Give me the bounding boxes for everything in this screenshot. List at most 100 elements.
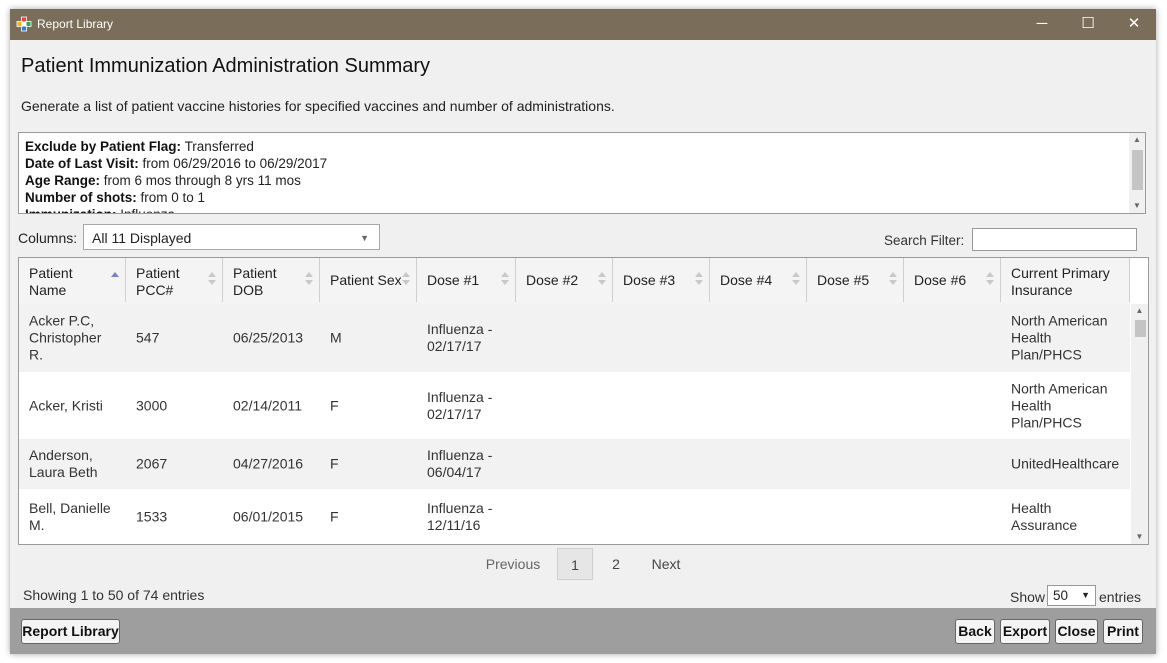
- cell-line: North American: [1011, 380, 1108, 396]
- column-header[interactable]: Patient Name: [19, 258, 126, 302]
- back-button[interactable]: Back: [955, 619, 995, 644]
- table-row[interactable]: Acker P.C, Christopher R. 547 06/25/2013 M Inf…: [19, 304, 1130, 372]
- cell-line: 02/17/17: [427, 338, 482, 354]
- cell-line: Health: [1011, 499, 1052, 516]
- header-line: Dose #4: [720, 272, 773, 288]
- criteria-list: Exclude by Patient Flag: Transferred Date…: [25, 138, 327, 213]
- search-filter-label: Search Filter:: [884, 233, 965, 248]
- export-button[interactable]: Export: [1000, 619, 1050, 644]
- pagination-page-2[interactable]: 2: [598, 548, 634, 580]
- table-row[interactable]: Acker, Kristi 3000 02/14/2011 F Influenza -0…: [19, 372, 1130, 439]
- cell-content: Influenza -02/17/17: [427, 389, 492, 423]
- table-cell: [516, 439, 613, 489]
- column-header-label: Dose #4: [720, 272, 772, 289]
- columns-select[interactable]: All 11 Displayed ▼: [83, 224, 380, 250]
- report-criteria-box[interactable]: Exclude by Patient Flag: Transferred Date…: [18, 132, 1146, 214]
- header-line: Patient: [136, 265, 180, 281]
- column-header[interactable]: Patient Sex: [320, 258, 417, 302]
- cell-content: F: [330, 456, 339, 473]
- scroll-thumb[interactable]: [1135, 320, 1146, 337]
- cell-line: Influenza -: [427, 388, 493, 405]
- table-cell: UnitedHealthcare: [1001, 439, 1130, 489]
- column-header[interactable]: Current Primary Insurance: [1001, 258, 1130, 302]
- table-cell: North American Health Plan/PHCS: [1001, 372, 1130, 439]
- scroll-down-icon[interactable]: ▼: [1129, 199, 1145, 213]
- table-cell: M: [320, 304, 417, 372]
- table-cell: [807, 304, 904, 372]
- cell-content: 3000: [136, 397, 167, 414]
- column-header[interactable]: Dose #1: [417, 258, 516, 302]
- criteria-label: Age Range:: [25, 173, 101, 188]
- criteria-line: Date of Last Visit: from 06/29/2016 to 0…: [25, 155, 327, 172]
- cell-content: M: [330, 330, 342, 347]
- scroll-thumb[interactable]: [1132, 150, 1143, 190]
- table-row[interactable]: Anderson, Laura Beth 2067 04/27/2016 F Influe…: [19, 439, 1130, 489]
- cell-line: M: [330, 329, 342, 346]
- page-size-select[interactable]: 50 ▼: [1047, 585, 1096, 606]
- header-line: Dose #2: [526, 272, 579, 288]
- table-cell: [710, 489, 807, 544]
- table-cell: Influenza -06/04/17: [417, 439, 516, 489]
- cell-content: Anderson, Laura Beth: [29, 447, 98, 481]
- minimize-button[interactable]: ─: [1019, 9, 1065, 40]
- title-bar[interactable]: Report Library ─ ☐ ✕: [10, 9, 1156, 40]
- results-table: Patient Name Patient PCC# Patient DOB Patient …: [18, 257, 1149, 545]
- maximize-button[interactable]: ☐: [1065, 9, 1111, 40]
- table-cell: [613, 304, 710, 372]
- cell-content: 2067: [136, 456, 167, 473]
- criteria-scrollbar[interactable]: ▲ ▼: [1129, 133, 1145, 213]
- column-header-label: Patient PCC#: [136, 265, 180, 299]
- report-library-button[interactable]: Report Library: [21, 619, 120, 644]
- table-row[interactable]: Bell, Danielle M. 1533 06/01/2015 F Influenza…: [19, 489, 1130, 544]
- cell-content: Health Assurance: [1011, 500, 1077, 534]
- cell-line: F: [330, 508, 339, 524]
- cell-content: Acker P.C, Christopher R.: [29, 313, 101, 364]
- cell-content: Influenza -02/17/17: [427, 321, 492, 355]
- print-button[interactable]: Print: [1103, 619, 1143, 644]
- criteria-value: from 06/29/2016 to 06/29/2017: [142, 156, 328, 171]
- column-header-label: Dose #1: [427, 272, 479, 289]
- pagination-previous[interactable]: Previous: [474, 548, 552, 580]
- table-cell: Health Assurance: [1001, 489, 1130, 544]
- scroll-up-icon[interactable]: ▲: [1129, 133, 1145, 147]
- sort-arrows-icon: [986, 272, 994, 286]
- cell-line: R.: [29, 346, 43, 363]
- table-cell: 06/25/2013: [223, 304, 320, 372]
- column-header-label: Patient DOB: [233, 265, 277, 299]
- criteria-label: Exclude by Patient Flag:: [25, 139, 182, 154]
- chevron-down-icon: ▼: [360, 233, 369, 243]
- cell-line: Influenza -: [427, 447, 493, 463]
- cell-line: 1533: [136, 508, 168, 524]
- close-window-button[interactable]: ✕: [1111, 9, 1156, 40]
- table-cell: 2067: [126, 439, 223, 489]
- column-header[interactable]: Dose #6: [904, 258, 1001, 302]
- pagination-next[interactable]: Next: [640, 548, 692, 580]
- cell-line: 02/14/2011: [233, 397, 303, 413]
- entries-label: entries: [1099, 589, 1142, 605]
- column-header[interactable]: Dose #5: [807, 258, 904, 302]
- scroll-down-icon[interactable]: ▼: [1131, 530, 1148, 544]
- table-cell: [613, 372, 710, 439]
- scroll-up-icon[interactable]: ▲: [1131, 304, 1148, 318]
- cell-line: Health: [1011, 329, 1052, 346]
- table-cell: F: [320, 489, 417, 544]
- column-header[interactable]: Dose #2: [516, 258, 613, 302]
- close-button[interactable]: Close: [1055, 619, 1098, 644]
- table-cell: Anderson, Laura Beth: [19, 439, 126, 489]
- window-title: Report Library: [37, 17, 114, 31]
- header-line: Current Primary: [1011, 265, 1110, 281]
- column-header-label: Patient Sex: [330, 272, 402, 289]
- table-cell: [710, 372, 807, 439]
- pagination-page-1[interactable]: 1: [557, 548, 593, 580]
- table-cell: 06/01/2015: [223, 489, 320, 544]
- table-scrollbar[interactable]: ▲ ▼: [1131, 304, 1148, 544]
- page-title: Patient Immunization Administration Summ…: [21, 55, 431, 77]
- column-header[interactable]: Dose #4: [710, 258, 807, 302]
- criteria-value: from 0 to 1: [140, 190, 206, 205]
- column-header[interactable]: Patient DOB: [223, 258, 320, 302]
- column-header[interactable]: Patient PCC#: [126, 258, 223, 302]
- column-header[interactable]: Dose #3: [613, 258, 710, 302]
- search-filter-input[interactable]: [972, 228, 1137, 251]
- cell-content: 1533: [136, 508, 167, 525]
- criteria-line: Age Range: from 6 mos through 8 yrs 11 m…: [25, 172, 327, 189]
